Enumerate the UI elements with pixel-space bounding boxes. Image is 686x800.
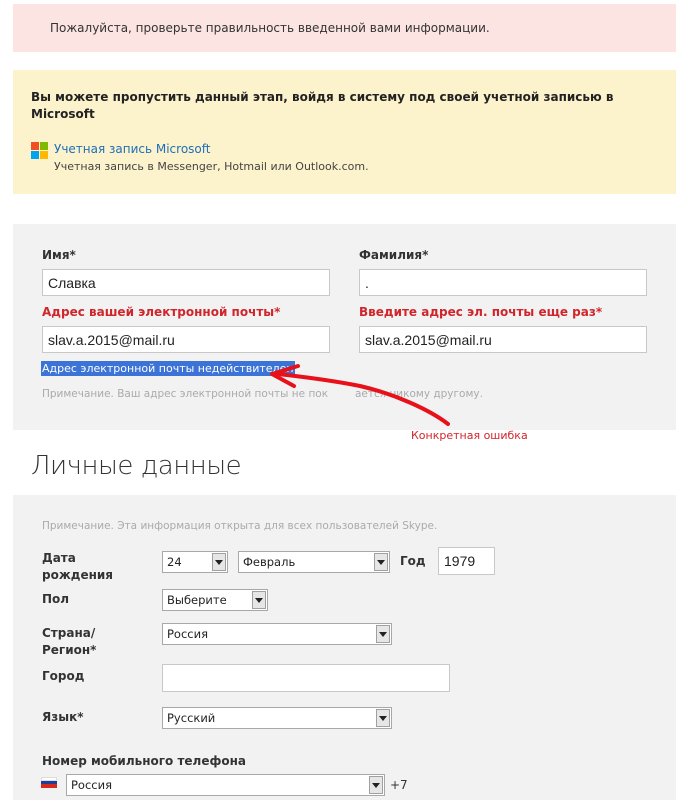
email-note-end: ается никому другому. — [355, 388, 483, 400]
birth-date-label-line2: рождения — [42, 568, 114, 582]
chevron-down-icon[interactable] — [369, 776, 383, 794]
birth-year-input[interactable] — [438, 547, 495, 575]
gender-label: Пол — [42, 592, 70, 606]
email-label: Адрес вашей электронной почты* — [42, 305, 281, 319]
birth-date-label: Дата рождения — [42, 550, 113, 584]
birth-year-label: Год — [400, 554, 426, 568]
birth-day-select[interactable]: 24 — [162, 551, 228, 573]
city-label: Город — [42, 669, 85, 683]
email-repeat-input[interactable] — [359, 326, 647, 353]
phone-country-select[interactable]: Россия — [66, 774, 385, 796]
account-form-panel: Имя* Фамилия* Адрес вашей электронной по… — [13, 224, 676, 430]
phone-country-value: Россия — [71, 778, 113, 792]
chevron-down-icon[interactable] — [376, 625, 390, 643]
city-input[interactable] — [162, 664, 450, 692]
last-name-input[interactable] — [359, 269, 647, 296]
language-select[interactable]: Русский — [162, 707, 392, 729]
skip-signin-panel: Вы можете пропустить данный этап, войдя … — [13, 70, 676, 194]
language-label: Язык* — [42, 710, 84, 724]
birth-date-label-line1: Дата — [42, 551, 76, 565]
phone-label: Номер мобильного телефона — [42, 754, 247, 768]
skip-signin-title: Вы можете пропустить данный этап, войдя … — [31, 90, 614, 121]
first-name-label: Имя* — [42, 248, 76, 262]
country-value: Россия — [167, 627, 209, 641]
birth-day-value: 24 — [167, 555, 182, 569]
chevron-down-icon[interactable] — [376, 709, 390, 727]
annotation-label: Конкретная ошибка — [411, 429, 528, 442]
personal-info-heading: Личные данные — [31, 451, 242, 481]
personal-info-panel: Примечание. Эта информация открыта для в… — [13, 495, 676, 800]
birth-month-value: Февраль — [243, 555, 296, 569]
birth-month-select[interactable]: Февраль — [238, 551, 390, 573]
last-name-label: Фамилия* — [359, 248, 429, 262]
chevron-down-icon[interactable] — [374, 553, 388, 571]
first-name-input[interactable] — [42, 269, 330, 296]
chevron-down-icon[interactable] — [252, 591, 266, 609]
error-alert: Пожалуйста, проверьте правильность введе… — [13, 4, 676, 52]
email-note-start: Примечание. Ваш адрес электронной почты … — [42, 388, 329, 400]
email-error-message: Адрес электронной почты недействителен — [41, 361, 295, 376]
country-select[interactable]: Россия — [162, 623, 392, 645]
country-label: Страна/ Регион* — [42, 625, 96, 659]
phone-country-code: +7 — [390, 778, 408, 792]
country-label-line2: Регион* — [42, 643, 97, 657]
language-value: Русский — [167, 711, 216, 725]
personal-note: Примечание. Эта информация открыта для в… — [42, 520, 438, 532]
error-alert-text: Пожалуйста, проверьте правильность введе… — [50, 21, 490, 35]
microsoft-account-link[interactable]: Учетная запись Microsoft — [54, 141, 369, 157]
chevron-down-icon[interactable] — [212, 553, 226, 571]
gender-value: Выберите — [167, 593, 227, 607]
gender-select[interactable]: Выберите — [162, 589, 268, 611]
russia-flag-icon — [41, 777, 57, 788]
microsoft-account-description: Учетная запись в Messenger, Hotmail или … — [54, 160, 369, 173]
microsoft-logo-icon — [31, 142, 48, 159]
email-repeat-label: Введите адрес эл. почты еще раз* — [359, 305, 603, 319]
country-label-line1: Страна/ — [42, 626, 96, 640]
email-input[interactable] — [42, 326, 330, 353]
